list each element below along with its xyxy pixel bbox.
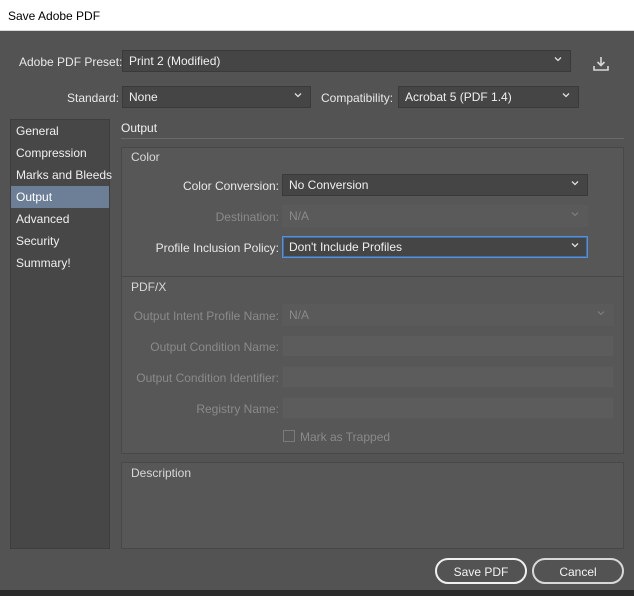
output-intent-label: Output Intent Profile Name: — [133, 309, 279, 323]
chevron-down-icon — [571, 241, 579, 249]
sidebar-item-summary[interactable]: Summary! — [11, 252, 109, 274]
color-conversion-select[interactable]: No Conversion — [282, 174, 588, 196]
mark-as-trapped-label: Mark as Trapped — [300, 430, 391, 444]
standard-label: Standard: — [67, 91, 120, 105]
chevron-down-icon — [562, 91, 570, 99]
mark-as-trapped-checkbox — [283, 430, 295, 442]
profile-policy-select[interactable]: Don't Include Profiles — [282, 236, 588, 258]
sidebar-item-marks-and-bleeds[interactable]: Marks and Bleeds — [11, 164, 112, 186]
profile-policy-value: Don't Include Profiles — [289, 240, 403, 254]
output-condition-identifier-field — [282, 366, 614, 388]
preset-value: Print 2 (Modified) — [129, 54, 221, 68]
pdfx-group-title: PDF/X — [131, 280, 167, 294]
output-condition-identifier-label: Output Condition Identifier: — [136, 371, 279, 385]
pdfx-group: PDF/X — [121, 276, 624, 454]
save-pdf-dialog: Adobe PDF Preset: Print 2 (Modified) Sta… — [0, 31, 634, 596]
preset-select[interactable]: Print 2 (Modified) — [122, 50, 571, 72]
sidebar-item-security[interactable]: Security — [11, 230, 109, 252]
sidebar-item-compression[interactable]: Compression — [11, 142, 109, 164]
compatibility-select[interactable]: Acrobat 5 (PDF 1.4) — [398, 86, 579, 108]
chevron-down-icon — [571, 179, 579, 187]
color-group-title: Color — [131, 150, 160, 164]
cancel-button[interactable]: Cancel — [532, 558, 624, 584]
output-intent-select: N/A — [282, 304, 614, 326]
description-title: Description — [131, 466, 192, 480]
section-title: Output — [121, 121, 158, 135]
save-preset-icon[interactable] — [590, 53, 612, 75]
save-pdf-button[interactable]: Save PDF — [435, 558, 527, 584]
section-divider — [121, 138, 624, 139]
preset-label: Adobe PDF Preset: — [19, 55, 123, 69]
sidebar-item-output[interactable]: Output — [11, 186, 109, 208]
standard-select[interactable]: None — [122, 86, 311, 108]
color-conversion-label: Color Conversion: — [182, 179, 279, 193]
profile-policy-label: Profile Inclusion Policy: — [155, 241, 279, 255]
sidebar-item-general[interactable]: General — [11, 120, 109, 142]
taskbar-strip — [0, 590, 634, 596]
category-sidebar: General Compression Marks and Bleeds Out… — [10, 119, 112, 549]
destination-label: Destination: — [215, 210, 279, 224]
output-condition-name-field — [282, 335, 614, 357]
destination-select: N/A — [282, 205, 588, 227]
sidebar-item-advanced[interactable]: Advanced — [11, 208, 109, 230]
description-group: Description — [121, 462, 624, 549]
destination-value: N/A — [289, 209, 310, 223]
output-condition-name-label: Output Condition Name: — [150, 340, 279, 354]
standard-value: None — [129, 90, 158, 104]
chevron-down-icon — [554, 55, 562, 63]
registry-name-field — [282, 397, 614, 419]
window-title: Save Adobe PDF — [8, 9, 101, 23]
title-bar: Save Adobe PDF — [0, 0, 634, 31]
compatibility-value: Acrobat 5 (PDF 1.4) — [405, 90, 512, 104]
chevron-down-icon — [294, 91, 302, 99]
chevron-down-icon — [597, 309, 605, 317]
compatibility-label: Compatibility: — [321, 91, 394, 105]
output-intent-value: N/A — [289, 308, 310, 322]
registry-name-label: Registry Name: — [196, 402, 279, 416]
color-conversion-value: No Conversion — [289, 178, 369, 192]
chevron-down-icon — [571, 210, 579, 218]
